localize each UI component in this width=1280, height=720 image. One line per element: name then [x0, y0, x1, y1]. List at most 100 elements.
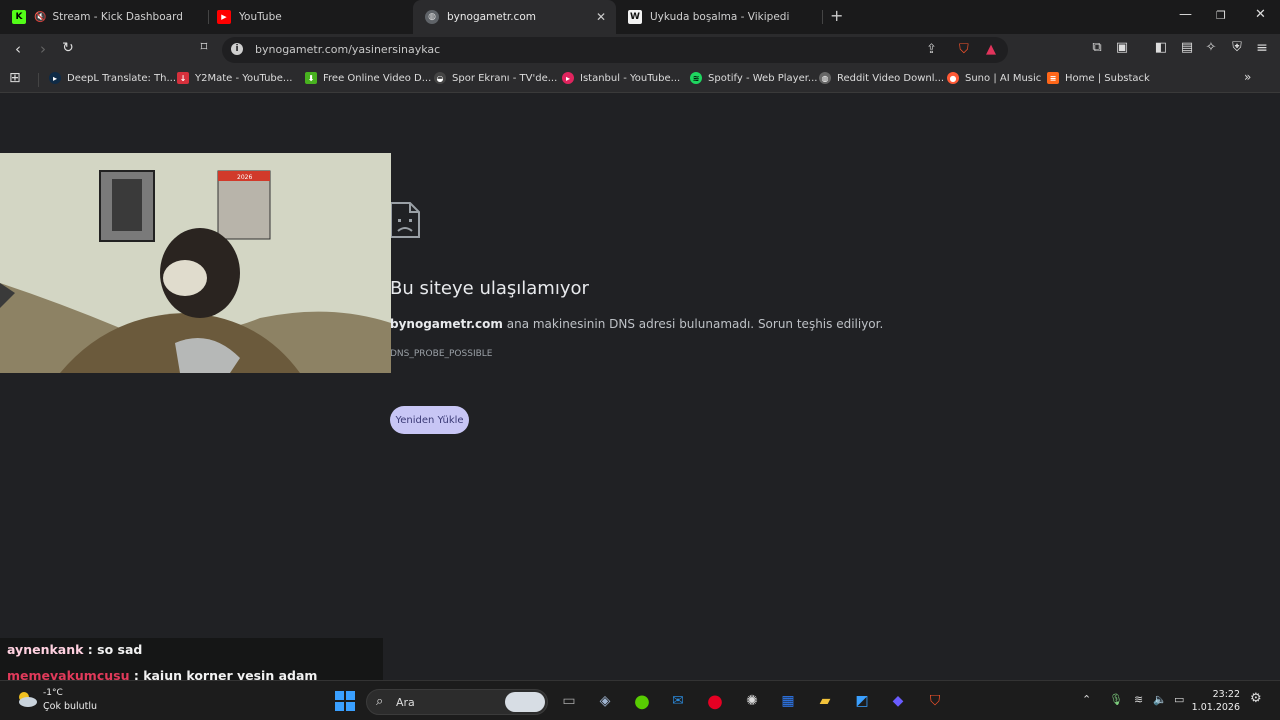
screen: K 🔇 Stream - Kick Dashboard ▶ YouTube ◍ … — [0, 0, 1280, 720]
chat-text: so sad — [97, 642, 143, 657]
youtube-music-icon: ▸ — [562, 72, 574, 84]
browser-toolbar: ‹ › ↻ ⌑ i bynogametr.com/yasinersinaykac… — [0, 34, 1280, 66]
minimize-icon[interactable]: — — [1179, 7, 1192, 22]
search-icon: ⌕ — [376, 694, 384, 709]
task-view-icon[interactable]: ▭ — [558, 690, 580, 712]
site-info-icon[interactable]: i — [231, 43, 243, 55]
notepad-icon[interactable]: ▦ — [777, 690, 799, 712]
error-description: bynogametr.com ana makinesinin DNS adres… — [390, 317, 883, 331]
brave-rewards-icon[interactable]: ▲ — [986, 42, 996, 57]
globe-icon: ◍ — [425, 10, 439, 24]
linear-icon[interactable]: ◆ — [887, 690, 909, 712]
restore-icon[interactable]: ❐ — [1216, 9, 1226, 22]
brave-shields-icon[interactable]: ⛉ — [959, 42, 969, 57]
wifi-icon[interactable]: ≋ — [1134, 693, 1143, 706]
deepl-icon: ▸ — [49, 72, 61, 84]
substack-icon: ≡ — [1047, 72, 1059, 84]
outlook-icon[interactable]: ✉ — [667, 690, 689, 712]
duolingo-icon[interactable]: ● — [631, 690, 653, 712]
new-tab-button[interactable]: + — [830, 6, 843, 25]
forward-icon[interactable]: › — [33, 40, 53, 58]
windows-start-icon[interactable] — [334, 690, 356, 712]
back-icon[interactable]: ‹ — [8, 40, 28, 58]
chat-username: aynenkank — [7, 642, 84, 657]
file-explorer-icon[interactable]: ▰ — [814, 690, 836, 712]
download-arrow-icon: ⬇ — [305, 72, 317, 84]
chat-message: aynenkank : so sad — [7, 642, 143, 657]
webcam-overlay: 2026 — [0, 153, 391, 373]
extensions-icon[interactable]: ⧉ — [1087, 40, 1107, 55]
tab-strip: K 🔇 Stream - Kick Dashboard ▶ YouTube ◍ … — [0, 0, 1280, 34]
address-url[interactable]: bynogametr.com/yasinersinaykac — [255, 43, 440, 56]
address-bar[interactable]: i bynogametr.com/yasinersinaykac ⇪ ⛉ ▲ — [222, 37, 1008, 63]
bookmark-spor-ekrani[interactable]: ◒ Spor Ekranı - TV'de... — [434, 72, 557, 84]
microphone-icon[interactable]: 🎙 — [1109, 693, 1123, 706]
notifications-icon[interactable]: ⚙ — [1250, 691, 1262, 706]
paint-icon[interactable]: ◩ — [851, 690, 873, 712]
reload-icon[interactable]: ↻ — [58, 40, 78, 56]
kick-icon: K — [12, 10, 26, 24]
weather-temperature: -1°C — [43, 688, 63, 698]
chatgpt-icon[interactable]: ✺ — [741, 690, 763, 712]
bookmark-spotify[interactable]: ≋ Spotify - Web Player... — [690, 72, 817, 84]
wallet-icon[interactable]: ▤ — [1177, 40, 1197, 55]
bookmark-reddit-video[interactable]: ◍ Reddit Video Downl... — [819, 72, 944, 84]
tv-icon: ◒ — [434, 72, 446, 84]
taskbar-search-label: Ara — [396, 696, 415, 709]
speaker-icon[interactable]: 🔈 — [1153, 693, 1167, 706]
chat-overlay: aynenkank : so sad memevakumcusu : kajun… — [0, 638, 383, 683]
more-bookmarks-icon[interactable]: » — [1244, 70, 1251, 84]
bookmark-suno[interactable]: ● Suno | AI Music — [947, 72, 1041, 84]
poster-year: 2026 — [237, 174, 252, 181]
share-icon[interactable]: ⇪ — [926, 42, 937, 57]
system-clock[interactable]: 23:22 1.01.2026 — [1192, 688, 1240, 714]
steam-icon[interactable]: ◈ — [594, 690, 616, 712]
bookmark-y2mate[interactable]: ↓ Y2Mate - YouTube... — [177, 72, 292, 84]
error-host: bynogametr.com — [390, 317, 503, 331]
apps-grid-icon[interactable]: ⊞ — [9, 70, 21, 86]
error-description-text: ana makinesinin DNS adresi bulunamadı. S… — [506, 317, 884, 331]
battery-icon[interactable]: ▭ — [1174, 693, 1184, 706]
wikipedia-icon: W — [628, 10, 642, 24]
tab-kick-dashboard[interactable]: K 🔇 Stream - Kick Dashboard — [0, 0, 208, 34]
muted-speaker-icon[interactable]: 🔇 — [34, 12, 46, 23]
tab-title: bynogametr.com — [447, 11, 536, 23]
bookmark-deepl[interactable]: ▸ DeepL Translate: Th... — [49, 72, 176, 84]
tab-bynogametr[interactable]: ◍ bynogametr.com ✕ — [413, 0, 616, 34]
bookmark-istanbul-youtube[interactable]: ▸ Istanbul - YouTube... — [562, 72, 680, 84]
bookmark-substack[interactable]: ≡ Home | Substack — [1047, 72, 1150, 84]
sad-file-icon — [390, 202, 420, 238]
tab-title: YouTube — [239, 11, 282, 23]
leo-ai-icon[interactable]: ✧ — [1201, 40, 1221, 55]
sidebar-icon[interactable]: ◧ — [1151, 40, 1171, 55]
tab-title: Uykuda boşalma - Vikipedi — [650, 11, 790, 23]
taskbar: -1°C Çok bulutlu ⌕ Ara ▭ ◈ ● ✉ ● ✺ ▦ ▰ ◩… — [0, 680, 1280, 720]
brave-browser-icon[interactable]: ⛉ — [924, 690, 946, 712]
reload-button[interactable]: Yeniden Yükle — [390, 406, 469, 434]
error-code: DNS_PROBE_POSSIBLE — [390, 349, 493, 359]
clock-time: 23:22 — [1212, 689, 1240, 700]
close-window-icon[interactable]: ✕ — [1255, 7, 1266, 22]
bookmark-free-video[interactable]: ⬇ Free Online Video D... — [305, 72, 431, 84]
taskbar-search[interactable]: ⌕ Ara — [366, 689, 548, 715]
menu-icon[interactable]: ≡ — [1252, 40, 1272, 56]
tab-youtube[interactable]: ▶ YouTube — [205, 0, 413, 34]
pinterest-icon[interactable]: ● — [704, 690, 726, 712]
close-tab-icon[interactable]: ✕ — [596, 10, 606, 24]
youtube-icon: ▶ — [217, 10, 231, 24]
vpn-icon[interactable]: ⛨ — [1227, 40, 1247, 55]
globe-icon: ◍ — [819, 72, 831, 84]
tab-title: Stream - Kick Dashboard — [52, 11, 183, 23]
clock-date: 1.01.2026 — [1191, 702, 1240, 713]
webcam-feed-image: 2026 — [0, 153, 391, 373]
suno-icon: ● — [947, 72, 959, 84]
chevron-up-icon[interactable]: ⌃ — [1082, 693, 1091, 706]
search-highlight-icon — [505, 692, 545, 712]
spotify-icon: ≋ — [690, 72, 702, 84]
bookmark-icon[interactable]: ⌑ — [194, 40, 214, 55]
cloud-icon — [19, 692, 37, 707]
bookmarks-bar: ⊞ ▸ DeepL Translate: Th... ↓ Y2Mate - YouT… — [0, 66, 1280, 93]
tab-wikipedia[interactable]: W Uykuda boşalma - Vikipedi — [616, 0, 822, 34]
screenshot-icon[interactable]: ▣ — [1112, 40, 1132, 55]
weather-condition: Çok bulutlu — [43, 701, 98, 712]
